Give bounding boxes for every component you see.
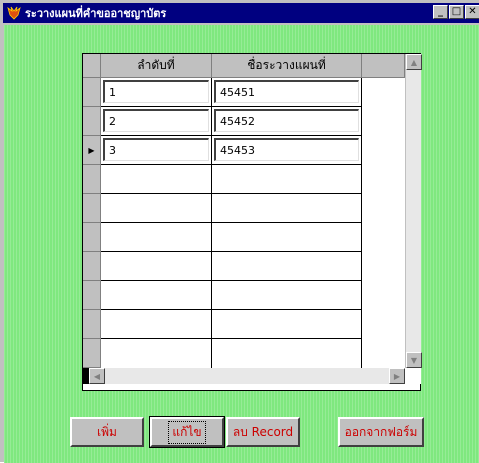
arrow-down-icon: ▼ (410, 355, 418, 365)
row-selector[interactable]: ▶ (83, 136, 101, 165)
cell-name[interactable]: 45451 (212, 78, 362, 106)
cell-seq[interactable] (101, 223, 212, 251)
cell-name[interactable] (212, 339, 362, 368)
close-button[interactable]: ✕ (465, 5, 479, 19)
maximize-button[interactable]: □ (449, 5, 464, 19)
row-selector[interactable] (83, 223, 101, 252)
app-window: ระวางแผนที่คำขออาชญาบัตร _ □ ✕ ลำดับที่ … (0, 0, 479, 463)
horizontal-scrollbar[interactable]: ◀ ▶ (83, 368, 405, 384)
table-row[interactable] (101, 339, 362, 368)
current-row-arrow-icon: ▶ (88, 145, 95, 155)
title-bar[interactable]: ระวางแผนที่คำขออาชญาบัตร _ □ ✕ (3, 3, 479, 23)
table-row[interactable]: 1 45451 (101, 78, 362, 107)
cell-name[interactable] (212, 310, 362, 338)
add-button-label: เพิ่ม (97, 424, 117, 439)
cell-name[interactable] (212, 223, 362, 251)
delete-record-button-label: ลบ Record (232, 424, 294, 439)
edit-button[interactable]: แก้ไข (149, 416, 225, 448)
exit-form-button-label: ออกจากฟอร์ม (344, 424, 418, 439)
column-header-seq[interactable]: ลำดับที่ (101, 54, 212, 78)
cell-name-value[interactable]: 45452 (214, 109, 359, 132)
edit-button-label: แก้ไข (168, 420, 206, 444)
cell-name[interactable]: 45452 (212, 107, 362, 135)
cell-seq-value[interactable]: 3 (103, 138, 209, 161)
add-button[interactable]: เพิ่ม (70, 417, 144, 447)
cell-seq[interactable] (101, 194, 212, 222)
form-area: ลำดับที่ ชื่อระวางแผนที่ ▶ 1 45451 2 454… (4, 25, 479, 463)
arrow-right-icon: ▶ (393, 371, 401, 381)
cell-name[interactable] (212, 194, 362, 222)
row-selector[interactable] (83, 281, 101, 310)
table-row[interactable] (101, 194, 362, 223)
row-selector[interactable] (83, 339, 101, 368)
cell-name[interactable] (212, 281, 362, 309)
cell-seq[interactable] (101, 281, 212, 309)
maximize-icon: □ (451, 6, 462, 17)
minimize-icon: _ (438, 6, 443, 17)
cell-name[interactable] (212, 252, 362, 280)
arrow-up-icon: ▲ (410, 57, 418, 67)
arrow-left-icon: ◀ (93, 371, 101, 381)
table-row[interactable]: 2 45452 (101, 107, 362, 136)
scroll-up-button[interactable]: ▲ (406, 54, 422, 70)
column-header-name[interactable]: ชื่อระวางแผนที่ (212, 54, 362, 78)
cell-name[interactable] (212, 165, 362, 193)
scroll-right-button[interactable]: ▶ (389, 368, 405, 384)
cell-seq-value[interactable]: 1 (103, 80, 209, 103)
scroll-left-button[interactable]: ◀ (89, 368, 105, 384)
row-selector[interactable] (83, 252, 101, 281)
cell-name-value[interactable]: 45451 (214, 80, 359, 103)
cell-seq[interactable] (101, 310, 212, 338)
vertical-scrollbar[interactable]: ▲ ▼ (405, 54, 422, 368)
column-header-empty (362, 54, 405, 78)
cell-seq[interactable] (101, 339, 212, 368)
row-selector[interactable] (83, 78, 101, 107)
data-grid[interactable]: ลำดับที่ ชื่อระวางแผนที่ ▶ 1 45451 2 454… (82, 53, 422, 391)
close-icon: ✕ (468, 6, 477, 17)
cell-name-value[interactable]: 45453 (214, 138, 359, 161)
scrollbar-corner (405, 368, 421, 384)
cell-seq-value[interactable]: 2 (103, 109, 209, 132)
cell-seq[interactable]: 1 (101, 78, 212, 106)
row-selector[interactable] (83, 194, 101, 223)
cell-name[interactable]: 45453 (212, 136, 362, 164)
row-selector[interactable] (83, 310, 101, 339)
table-row[interactable] (101, 310, 362, 339)
table-row[interactable] (101, 223, 362, 252)
cell-seq[interactable]: 3 (101, 136, 212, 164)
row-selector[interactable] (83, 107, 101, 136)
table-row[interactable] (101, 281, 362, 310)
app-icon (7, 6, 21, 20)
table-row[interactable]: 3 45453 (101, 136, 362, 165)
grid-corner-header (83, 54, 101, 78)
table-row[interactable] (101, 165, 362, 194)
exit-form-button[interactable]: ออกจากฟอร์ม (338, 417, 424, 447)
minimize-button[interactable]: _ (433, 5, 448, 19)
cell-seq[interactable] (101, 252, 212, 280)
cell-seq[interactable]: 2 (101, 107, 212, 135)
cell-seq[interactable] (101, 165, 212, 193)
scroll-down-button[interactable]: ▼ (406, 352, 422, 368)
delete-record-button[interactable]: ลบ Record (226, 417, 300, 447)
row-selector[interactable] (83, 165, 101, 194)
table-row[interactable] (101, 252, 362, 281)
window-title: ระวางแผนที่คำขออาชญาบัตร (25, 7, 167, 20)
